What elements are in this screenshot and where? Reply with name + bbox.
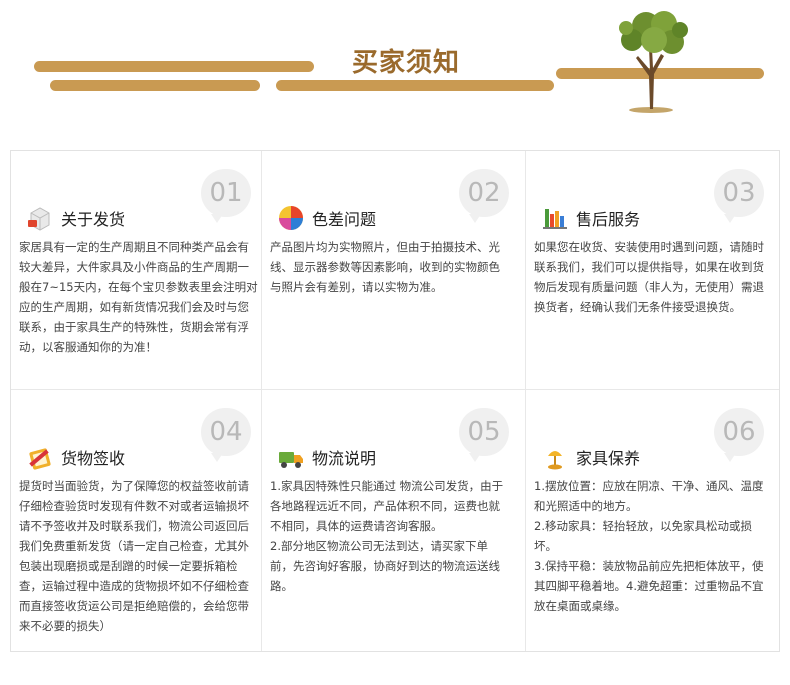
page-title: 买家须知 bbox=[352, 48, 461, 78]
section-number: 05 bbox=[459, 408, 509, 462]
section-furniture-care: 06 家具保养 1.摆放位置：应放在阴凉、干净、通风、温度和光照适中的地方。 2… bbox=[526, 390, 780, 652]
section-title: 售后服务 bbox=[576, 210, 641, 229]
section-text: 1.家具因特殊性只能通过 物流公司发货，由于各地路程远近不同，产品体积不同，运费… bbox=[270, 479, 504, 593]
section-title: 家具保养 bbox=[576, 449, 641, 468]
section-number: 03 bbox=[714, 169, 764, 223]
info-grid: 01 关于发货 家居具有一定的生产周期且不同种类产品会有较大差异，大件家具及小件… bbox=[10, 150, 780, 652]
section-number: 06 bbox=[714, 408, 764, 462]
section-number: 04 bbox=[201, 408, 251, 462]
section-logistics: 05 物流说明 1.家具因特殊性只能通过 物流公司发货，由于各地路程远近不同，产… bbox=[262, 390, 525, 652]
pencil-notepad-icon bbox=[29, 448, 51, 470]
section-title: 色差问题 bbox=[312, 210, 377, 229]
section-title: 物流说明 bbox=[312, 449, 377, 468]
section-text: 产品图片均为实物照片，但由于拍摄技术、光线、显示器参数等因素影响，收到的实物颜色… bbox=[270, 240, 500, 294]
delivery-truck-icon bbox=[279, 452, 303, 468]
section-title: 关于发货 bbox=[61, 210, 126, 229]
decorative-bar bbox=[34, 61, 314, 72]
section-number: 01 bbox=[201, 169, 251, 223]
section-after-sales: 03 售后服务 如果您在收货、安装使用时遇到问题，请随时联系我们，我们可以提供指… bbox=[526, 151, 780, 401]
section-number: 02 bbox=[459, 169, 509, 223]
decorative-bar bbox=[276, 80, 554, 91]
section-text: 家居具有一定的生产周期且不同种类产品会有较大差异，大件家具及小件商品的生产周期一… bbox=[19, 240, 258, 354]
lamp-icon bbox=[548, 451, 562, 470]
section-color-difference: 02 色差问题 产品图片均为实物照片，但由于拍摄技术、光线、显示器参数等因素影响… bbox=[262, 151, 525, 401]
decorative-bar bbox=[50, 80, 260, 91]
section-title: 货物签收 bbox=[61, 449, 126, 468]
section-text: 提货时当面验货，为了保障您的权益签收前请仔细检查验货时发现有件数不对或者运输损坏… bbox=[19, 479, 249, 633]
section-text: 1.摆放位置：应放在阴凉、干净、通风、温度和光照适中的地方。 2.移动家具：轻抬… bbox=[534, 479, 764, 613]
color-ball-icon bbox=[279, 206, 303, 230]
cart-icon bbox=[543, 209, 567, 229]
header-banner: 买家须知 bbox=[0, 0, 790, 130]
box-package-icon bbox=[28, 207, 50, 231]
section-goods-receipt: 04 货物签收 提货时当面验货，为了保障您的权益签收前请仔细检查验货时发现有件数… bbox=[11, 390, 267, 652]
tree-icon bbox=[619, 11, 688, 113]
section-text: 如果您在收货、安装使用时遇到问题，请随时联系我们，我们可以提供指导，如果在收到货… bbox=[534, 240, 764, 314]
section-shipping: 01 关于发货 家居具有一定的生产周期且不同种类产品会有较大差异，大件家具及小件… bbox=[11, 151, 267, 401]
